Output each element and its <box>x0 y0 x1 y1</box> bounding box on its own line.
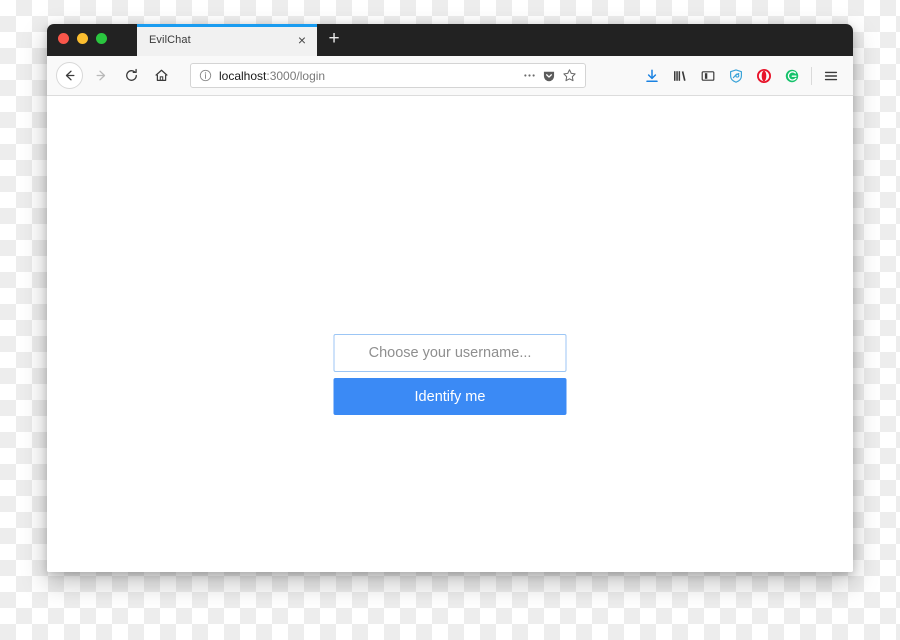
window-traffic-lights <box>58 33 107 44</box>
browser-window: EvilChat × + localhost:3000/login Choose… <box>47 24 853 572</box>
arrow-right-icon <box>96 70 105 81</box>
login-form: Identify me <box>333 334 567 415</box>
navigation-toolbar: localhost:3000/login <box>47 56 853 96</box>
home-button[interactable] <box>146 61 176 91</box>
url-bar[interactable]: localhost:3000/login <box>190 63 586 88</box>
tab-close-icon[interactable]: × <box>291 29 313 51</box>
page-actions-icon[interactable] <box>519 66 539 86</box>
downloads-icon[interactable] <box>639 63 665 89</box>
titlebar: EvilChat × + <box>47 24 853 56</box>
back-button[interactable] <box>56 62 83 89</box>
identify-me-button[interactable]: Identify me <box>333 378 567 415</box>
pocket-icon[interactable] <box>539 66 559 86</box>
home-icon <box>154 69 168 81</box>
toolbar-icons <box>639 63 844 89</box>
close-window-button[interactable] <box>58 33 69 44</box>
info-icon[interactable] <box>199 69 212 82</box>
opera-extension-icon[interactable] <box>751 63 777 89</box>
library-icon[interactable] <box>667 63 693 89</box>
new-tab-button[interactable]: + <box>317 24 351 56</box>
toolbar-separator <box>811 66 812 85</box>
tab-title: EvilChat <box>149 34 191 46</box>
reload-icon <box>125 68 137 81</box>
page-content: Identify me <box>47 96 853 572</box>
app-menu-icon[interactable] <box>818 63 844 89</box>
shield-extension-icon[interactable] <box>723 63 749 89</box>
forward-button[interactable] <box>86 61 116 91</box>
username-input[interactable] <box>333 334 567 372</box>
url-host: localhost <box>219 68 267 83</box>
url-path: :3000/login <box>266 68 326 83</box>
bookmark-star-icon[interactable] <box>559 66 579 86</box>
tab-evilchat[interactable]: EvilChat × <box>137 24 317 56</box>
maximize-window-button[interactable] <box>96 33 107 44</box>
grammarly-extension-icon[interactable] <box>779 63 805 89</box>
minimize-window-button[interactable] <box>77 33 88 44</box>
sidebar-icon[interactable] <box>695 63 721 89</box>
tab-strip: EvilChat × + <box>137 24 351 56</box>
reload-button[interactable] <box>116 61 146 91</box>
url-text: localhost:3000/login <box>219 69 519 83</box>
arrow-left-icon <box>65 70 75 81</box>
